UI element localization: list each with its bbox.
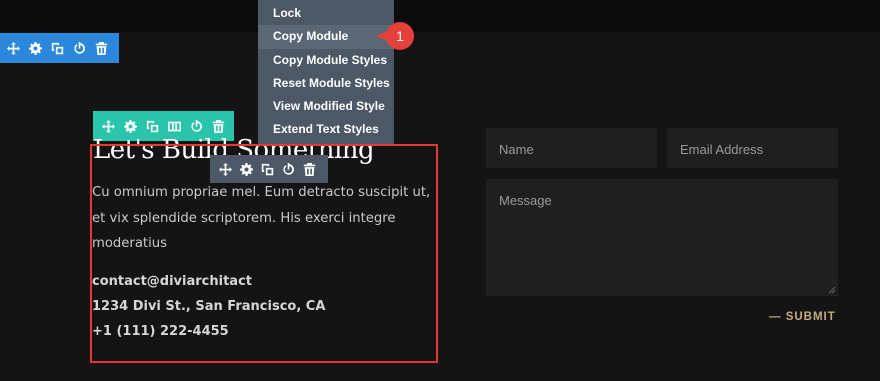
trash-icon[interactable] [211, 119, 226, 134]
contact-address: 1234 Divi St., San Francisco, CA [92, 299, 326, 314]
duplicate-icon[interactable] [260, 162, 275, 177]
message-placeholder: Message [499, 193, 552, 208]
resize-handle-icon[interactable] [828, 286, 836, 294]
menu-item-copy-module[interactable]: Copy Module [258, 25, 394, 49]
trash-icon[interactable] [302, 162, 317, 177]
power-icon[interactable] [72, 41, 87, 56]
menu-item-extend-text-styles[interactable]: Extend Text Styles [258, 118, 394, 141]
section-toolbar [0, 33, 119, 63]
trash-icon[interactable] [94, 41, 109, 56]
contact-email: contact@diviarchitact [92, 274, 252, 289]
columns-icon[interactable] [167, 119, 182, 134]
context-menu: Lock Copy Module Copy Module Styles Rese… [258, 0, 394, 144]
move-icon[interactable] [101, 119, 116, 134]
gear-icon[interactable] [239, 162, 254, 177]
power-icon[interactable] [189, 119, 204, 134]
name-field[interactable]: Name [486, 128, 657, 168]
module-body-text: Cu omnium propriae mel. Eum detracto sus… [92, 185, 431, 251]
message-field[interactable]: Message [486, 179, 838, 296]
gear-icon[interactable] [123, 119, 138, 134]
power-icon[interactable] [281, 162, 296, 177]
duplicate-icon[interactable] [145, 119, 160, 134]
menu-item-view-modified-style[interactable]: View Modified Style [258, 95, 394, 118]
menu-item-copy-module-styles[interactable]: Copy Module Styles [258, 49, 394, 72]
contact-phone: +1 (111) 222-4455 [92, 324, 229, 339]
contact-info: contact@diviarchitact 1234 Divi St., San… [92, 269, 325, 344]
step-number-badge: 1 [386, 22, 414, 50]
email-field[interactable]: Email Address [667, 128, 838, 168]
submit-button[interactable]: — SUBMIT [769, 311, 836, 323]
menu-item-reset-module-styles[interactable]: Reset Module Styles [258, 72, 394, 95]
gear-icon[interactable] [28, 41, 43, 56]
duplicate-icon[interactable] [50, 41, 65, 56]
move-icon[interactable] [6, 41, 21, 56]
move-icon[interactable] [218, 162, 233, 177]
menu-item-lock[interactable]: Lock [258, 2, 394, 25]
top-bar [0, 0, 880, 32]
module-toolbar [210, 155, 328, 183]
